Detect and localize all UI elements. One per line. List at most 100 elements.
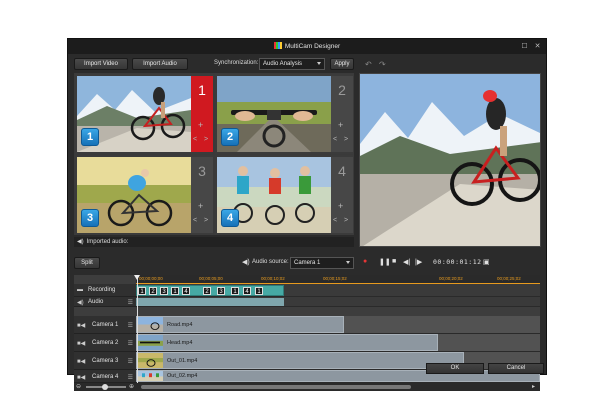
camera-icon: ■◀ xyxy=(77,359,86,365)
camera-cell-1[interactable]: 1 1 + < > xyxy=(75,74,213,154)
audio-lane[interactable] xyxy=(136,297,540,307)
track-menu-icon[interactable]: ☰ xyxy=(128,322,133,329)
clip-out-01[interactable]: Out_01.mp4 xyxy=(136,352,464,369)
recording-segment[interactable]: 4 xyxy=(182,287,190,295)
add-icon[interactable]: + xyxy=(198,120,203,130)
recording-segment[interactable]: 1 xyxy=(255,287,263,295)
track-menu-icon[interactable]: ☰ xyxy=(128,358,133,365)
track-header-recording: ▬ Recording xyxy=(74,284,136,297)
timeline-scrollbar[interactable]: ⊖ ⊕ ▸ xyxy=(74,383,540,391)
audio-source-select[interactable]: Camera 1 xyxy=(290,257,354,269)
camera-2-number: 2 xyxy=(338,82,346,98)
camera-2-badge: 2 xyxy=(221,128,239,146)
step-forward-icon[interactable]: |▶ xyxy=(415,258,422,266)
recording-segment[interactable]: 1 xyxy=(138,287,146,295)
camera-1-number: 1 xyxy=(198,82,206,98)
chevron-right-icon[interactable]: > xyxy=(344,136,348,143)
import-video-button[interactable]: Import Video xyxy=(74,58,128,70)
apply-button[interactable]: Apply xyxy=(330,58,354,70)
track-menu-icon[interactable]: ☰ xyxy=(128,374,133,381)
zoom-out-icon[interactable]: ⊖ xyxy=(76,383,81,390)
cancel-button[interactable]: Cancel xyxy=(488,363,544,374)
recording-segment[interactable]: 2 xyxy=(203,287,211,295)
clip-name: Road.mp4 xyxy=(167,321,193,328)
clip-head[interactable]: Head.mp4 xyxy=(136,334,438,351)
preview-image xyxy=(360,74,540,246)
zoom-in-icon[interactable]: ⊕ xyxy=(129,383,134,390)
clip-name: Out_01.mp4 xyxy=(167,357,198,364)
multicam-designer-window: MultiCam Designer ☐ ✕ Import Video Impor… xyxy=(67,38,547,391)
track-header-camera-1: ■◀ Camera 1 ☰ xyxy=(74,316,136,334)
camera-3-badge: 3 xyxy=(81,209,99,227)
pause-icon[interactable]: ❚❚ xyxy=(379,258,391,266)
recording-lane[interactable]: 1 2 3 1 4 2 3 1 4 1 xyxy=(136,284,540,297)
camera-2-lane[interactable]: Head.mp4 xyxy=(136,334,540,352)
redo-icon[interactable]: ↷ xyxy=(379,60,386,69)
add-icon[interactable]: + xyxy=(338,201,343,211)
clip-road[interactable]: Road.mp4 xyxy=(136,316,344,333)
recording-segment[interactable]: 3 xyxy=(217,287,225,295)
recording-segment[interactable]: 2 xyxy=(149,287,157,295)
scroll-right-icon[interactable]: ▸ xyxy=(532,383,535,390)
add-icon[interactable]: + xyxy=(198,201,203,211)
record-icon[interactable]: ● xyxy=(363,258,367,265)
speaker-icon: ◀) xyxy=(77,239,84,245)
ruler-label: 00;00;00;00 xyxy=(139,276,163,281)
recording-segment[interactable]: 1 xyxy=(231,287,239,295)
playhead[interactable] xyxy=(137,275,138,383)
recording-segment[interactable]: 3 xyxy=(160,287,168,295)
zoom-slider-handle[interactable] xyxy=(102,384,108,390)
stop-icon[interactable]: ■ xyxy=(392,258,396,265)
track-label: Recording xyxy=(88,287,116,293)
preview-monitor xyxy=(359,73,541,247)
add-icon[interactable]: + xyxy=(338,120,343,130)
track-header-camera-3: ■◀ Camera 3 ☰ xyxy=(74,352,136,370)
chevron-right-icon[interactable]: > xyxy=(344,217,348,224)
track-menu-icon[interactable]: ☰ xyxy=(128,340,133,347)
camera-1-lane[interactable]: Road.mp4 xyxy=(136,316,540,334)
ruler-label: 00;00;15;02 xyxy=(323,276,347,281)
playhead-handle[interactable] xyxy=(134,275,140,280)
chevron-left-icon[interactable]: < xyxy=(193,217,197,224)
chevron-left-icon[interactable]: < xyxy=(193,136,197,143)
ruler-label: 00;00;25;02 xyxy=(497,276,521,281)
import-audio-button[interactable]: Import Audio xyxy=(132,58,188,70)
chevron-left-icon[interactable]: < xyxy=(333,136,337,143)
recording-track-icon: ▬ xyxy=(77,287,83,293)
chevron-left-icon[interactable]: < xyxy=(333,217,337,224)
window-title: MultiCam Designer xyxy=(284,43,341,50)
clip-thumbnail xyxy=(137,353,163,368)
camera-4-badge: 4 xyxy=(221,209,239,227)
chevron-down-icon xyxy=(317,62,321,65)
chevron-right-icon[interactable]: > xyxy=(204,136,208,143)
sync-select[interactable]: Audio Analysis xyxy=(259,58,325,70)
track-label: Camera 4 xyxy=(92,374,119,380)
camera-cell-4[interactable]: 4 4 + < > xyxy=(215,155,353,235)
camera-cell-3[interactable]: 3 3 + < > xyxy=(75,155,213,235)
track-label: Camera 1 xyxy=(92,322,119,328)
clip-thumbnail xyxy=(137,371,163,381)
chevron-down-icon xyxy=(346,261,350,264)
maximize-icon[interactable]: ☐ xyxy=(520,42,529,51)
camera-cell-2[interactable]: 2 2 + < > xyxy=(215,74,353,154)
track-label: Camera 3 xyxy=(92,358,119,364)
chevron-right-icon[interactable]: > xyxy=(204,217,208,224)
camera-1-thumbnail: 1 xyxy=(77,76,191,152)
recording-segment[interactable]: 4 xyxy=(243,287,251,295)
ok-button[interactable]: OK xyxy=(426,363,484,374)
app-icon xyxy=(273,42,282,49)
camera-4-number: 4 xyxy=(338,163,346,179)
camera-1-badge: 1 xyxy=(81,128,99,146)
import-toolbar: Import Video Import Audio Synchronizatio… xyxy=(74,58,354,70)
recording-segment[interactable]: 1 xyxy=(171,287,179,295)
timeline-ruler[interactable]: 00;00;00;00 00;00;05;00 00;00;10;02 00;0… xyxy=(136,275,540,284)
playback-options-icon[interactable]: ▣ xyxy=(483,258,490,266)
split-button[interactable]: Split xyxy=(74,257,100,269)
undo-icon[interactable]: ↶ xyxy=(365,60,372,69)
recording-segments: 1 2 3 1 4 2 3 1 4 1 xyxy=(136,285,284,296)
close-icon[interactable]: ✕ xyxy=(533,42,542,51)
scrollbar-thumb[interactable] xyxy=(141,385,411,389)
step-back-icon[interactable]: ◀| xyxy=(403,258,410,266)
track-menu-icon[interactable]: ☰ xyxy=(128,299,133,306)
camera-3-number: 3 xyxy=(198,163,206,179)
